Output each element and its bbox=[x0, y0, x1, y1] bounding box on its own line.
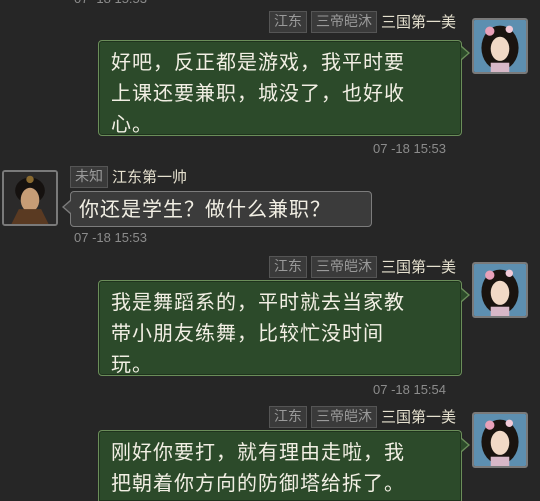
faction-tag: 江东 bbox=[268, 256, 307, 278]
message-timestamp: 07 -18 15:53 bbox=[373, 141, 447, 156]
message-bubble: 你还是学生？做什么兼职？ bbox=[70, 191, 372, 227]
alliance-tag: 三帝皑沐 bbox=[310, 406, 377, 428]
message-timestamp: 07 -18 15:53 bbox=[74, 230, 148, 245]
female-avatar-image bbox=[474, 264, 526, 316]
female-avatar-image bbox=[474, 414, 526, 466]
sender-name: 江东第一帅 bbox=[112, 168, 188, 186]
sender-row: 江东 三帝皑沐 三国第一美 bbox=[268, 256, 456, 278]
faction-tag: 江东 bbox=[268, 406, 307, 428]
faction-tag: 未知 bbox=[70, 166, 108, 188]
timestamp-partial: 07 -18 15:53 bbox=[74, 0, 147, 6]
sender-row: 未知 江东第一帅 bbox=[70, 166, 187, 188]
male-avatar[interactable] bbox=[2, 170, 58, 226]
female-avatar[interactable] bbox=[472, 412, 528, 468]
bubble-pointer bbox=[62, 200, 71, 214]
bubble-pointer bbox=[461, 288, 470, 302]
female-avatar[interactable] bbox=[472, 18, 528, 74]
sender-name: 三国第一美 bbox=[380, 13, 456, 31]
female-avatar[interactable] bbox=[472, 262, 528, 318]
sender-name: 三国第一美 bbox=[380, 408, 456, 426]
bubble-pointer bbox=[461, 46, 470, 60]
sender-row: 江东 三帝皑沐 三国第一美 bbox=[268, 406, 456, 428]
sender-name: 三国第一美 bbox=[380, 258, 456, 276]
alliance-tag: 三帝皑沐 bbox=[310, 11, 377, 33]
male-avatar-image bbox=[4, 172, 56, 224]
message-bubble: 我是舞蹈系的，平时就去当家教 带小朋友练舞，比较忙没时间 玩。 bbox=[98, 280, 462, 376]
sender-row: 江东 三帝皑沐 三国第一美 bbox=[268, 11, 456, 33]
bubble-pointer bbox=[461, 438, 470, 452]
female-avatar-image bbox=[474, 20, 526, 72]
alliance-tag: 三帝皑沐 bbox=[310, 256, 377, 278]
message-timestamp: 07 -18 15:54 bbox=[373, 382, 447, 397]
message-bubble: 好吧，反正都是游戏，我平时要 上课还要兼职，城没了，也好收 心。 bbox=[98, 40, 462, 136]
message-bubble: 刚好你要打，就有理由走啦，我 把朝着你方向的防御塔给拆了。 bbox=[98, 430, 462, 501]
faction-tag: 江东 bbox=[268, 11, 307, 33]
